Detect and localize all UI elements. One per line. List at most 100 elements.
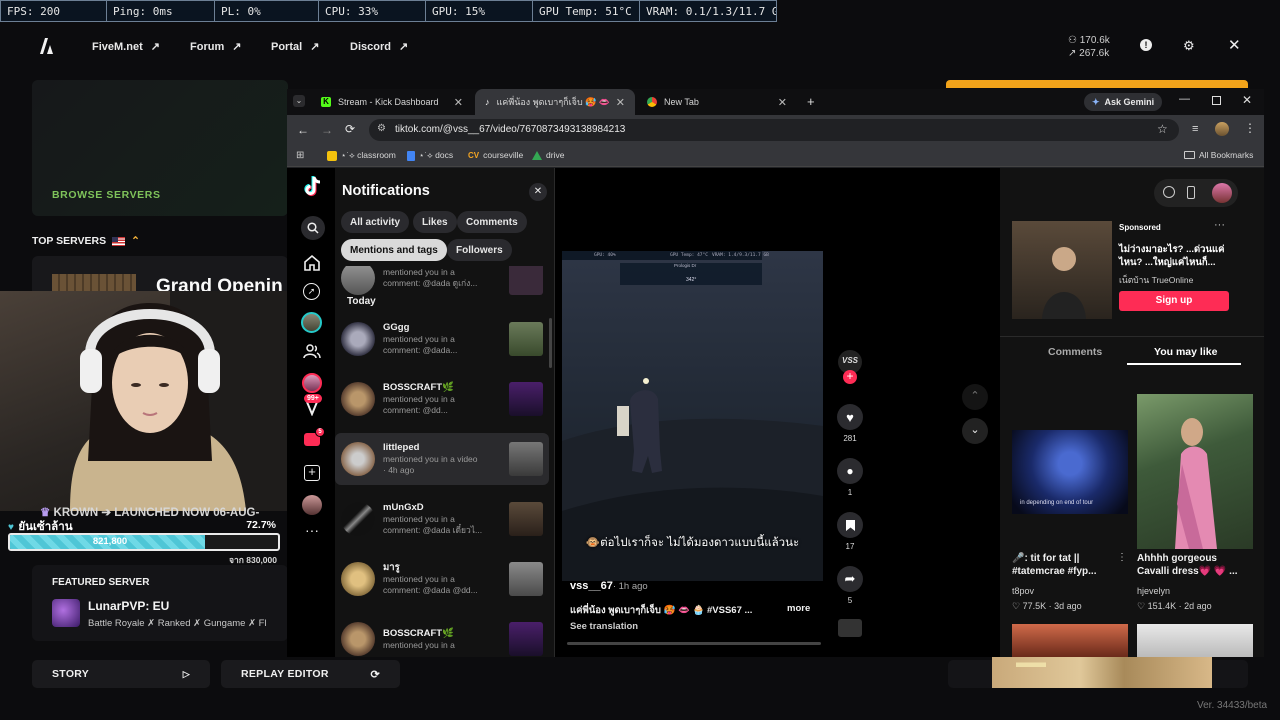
top-server-card[interactable]: Grand Openin [32,256,288,297]
video-card-thumbnail[interactable] [1137,394,1253,549]
nav-fivem-net[interactable]: FiveM.net ↗ [92,40,160,54]
featured-server-card[interactable]: FEATURED SERVER LunarPVP: EU Battle Roya… [32,565,288,641]
tab-kick-dashboard[interactable]: K Stream - Kick Dashboard ✕ [311,89,473,115]
video-card-thumbnail[interactable] [1137,624,1253,657]
tab-you-may-like[interactable]: You may like [1154,346,1217,358]
close-tab-icon[interactable]: ✕ [616,96,625,109]
more-dots-icon[interactable]: ··· [305,522,319,538]
address-bar[interactable]: ⚙ tiktok.com/@vss__67/video/767087349313… [369,119,1179,141]
filter-all-activity[interactable]: All activity [341,211,410,233]
ad-more-icon[interactable]: ··· [1214,219,1225,231]
follow-plus-icon[interactable]: + [843,370,857,384]
filter-followers[interactable]: Followers [447,239,512,261]
like-action[interactable]: ♥ 281 [837,404,863,444]
list-item[interactable]: GGgg mentioned you in a comment: @dada... [335,313,549,365]
scrollbar-thumb[interactable] [549,318,552,368]
close-tab-icon[interactable]: ✕ [778,96,787,109]
url-text[interactable]: tiktok.com/@vss__67/video/76708734931389… [395,124,625,135]
bookmark-action[interactable]: 17 [837,512,863,552]
home-icon[interactable] [303,254,321,271]
window-close-icon[interactable]: ✕ [1242,93,1252,107]
maximize-icon[interactable] [1212,96,1221,105]
video-card-author[interactable]: t8pov [1012,586,1034,596]
list-item[interactable]: BOSSCRAFT🌿 mentioned you in a [335,613,549,656]
share-icon[interactable]: ➦ [837,566,863,592]
video-author[interactable]: vss__67· 1h ago [570,580,648,592]
music-disc-icon[interactable] [838,619,862,637]
bookmark-courseville[interactable]: CV courseville [468,150,523,160]
replay-editor-button[interactable]: REPLAY EDITOR ⟳ [221,660,400,688]
video-progress-bar[interactable] [567,642,821,645]
tab-tiktok[interactable]: ♪ แค่พี่น้อง พูดเบาๆก็เจ็บ 🥵 👄 🧁# ✕ [475,89,635,115]
ad-signup-button[interactable]: Sign up [1119,291,1229,311]
video-card-thumbnail[interactable]: in depending on end of tour [1012,430,1128,514]
heart-icon[interactable]: ♥ [837,404,863,430]
forward-icon[interactable]: → [321,123,333,137]
close-panel-icon[interactable]: ✕ [529,183,547,201]
ask-gemini-button[interactable]: ✦ Ask Gemini [1084,93,1163,111]
apps-grid-icon[interactable]: ⊞ [296,150,304,161]
filter-comments[interactable]: Comments [457,211,527,233]
reading-list-icon[interactable]: ≡ [1192,123,1198,135]
video-card-author[interactable]: hjevelyn [1137,586,1170,596]
info-icon[interactable]: ! [1140,39,1152,51]
notifications-list[interactable]: mentioned you in a comment: @dada ดูเก่ง.… [335,266,549,656]
list-item[interactable]: BOSSCRAFT🌿 mentioned you in a comment: @dd… [335,373,549,425]
comment-action[interactable]: ● 1 [837,458,863,498]
bookmark-drive[interactable]: drive [532,150,564,160]
nav-forum[interactable]: Forum ↗ [190,40,241,54]
back-icon[interactable]: ← [297,123,309,137]
browse-servers-card[interactable]: BROWSE SERVERS [32,80,288,216]
new-tab-plus-icon[interactable]: + [807,94,815,109]
share-action[interactable]: ➦ 5 [837,566,863,606]
close-tab-icon[interactable]: ✕ [454,96,463,109]
list-item[interactable]: มารู mentioned you in a comment: @dada @dd… [335,553,549,605]
live-avatar-icon[interactable] [302,373,322,393]
ad-thumbnail[interactable] [1012,221,1112,319]
list-item[interactable]: mUnGxD mentioned you in a comment: @dada เ… [335,493,549,545]
tab-comments[interactable]: Comments [1048,346,1102,358]
see-translation-link[interactable]: See translation [570,621,638,632]
site-info-icon[interactable]: ⚙ [377,123,386,134]
video-player[interactable]: GPU: 40% GPU Temp: 47°C VRAM: 1.4/9.3/11… [562,251,823,581]
next-video-icon[interactable]: ⌄ [962,418,988,444]
nav-discord[interactable]: Discord ↗ [350,40,408,54]
video-card[interactable]: 🎤: tit for tat || #tatemcrae #fyp... [1012,552,1126,578]
profile-avatar[interactable] [1215,122,1229,136]
explore-compass-icon[interactable]: ➚ [303,283,320,300]
filter-mentions-and-tags[interactable]: Mentions and tags [341,239,447,261]
bookmark-docs[interactable]: ⋆˙⟡ docs [407,150,453,161]
tab-new-tab[interactable]: New Tab ✕ [637,89,797,115]
video-card[interactable]: Ahhhh gorgeous Cavalli dress💗 💗 ... [1137,552,1251,578]
card-more-icon[interactable]: ⋮ [1117,552,1127,563]
settings-gear-icon[interactable]: ⚙ [1183,38,1195,54]
tiktok-logo-icon[interactable] [302,175,324,197]
more-link[interactable]: more [787,603,810,614]
device-icon[interactable] [1187,186,1195,199]
upload-plus-icon[interactable]: + [304,465,320,481]
activity-inbox-icon[interactable]: 99+ [304,394,322,416]
all-bookmarks[interactable]: All Bookmarks [1184,150,1253,160]
story-button[interactable]: STORY ▷ [32,660,210,688]
comment-icon[interactable]: ● [837,458,863,484]
reload-icon[interactable]: ⟳ [345,122,355,136]
bookmark-star-icon[interactable]: ☆ [1157,122,1168,136]
video-card-thumbnail[interactable] [1012,624,1128,657]
menu-kebab-icon[interactable]: ⋮ [1244,121,1256,135]
following-avatar-icon[interactable] [301,312,322,333]
bookmark-classroom[interactable]: ⋆˙⟡ classroom [327,150,396,161]
user-avatar[interactable] [1212,183,1232,203]
messages-icon[interactable]: 5 [304,427,325,446]
filter-likes[interactable]: Likes [413,211,457,233]
tab-search-icon[interactable]: ⌄ [293,95,305,107]
friends-icon[interactable] [303,344,321,359]
close-icon[interactable]: ✕ [1228,36,1241,54]
previous-video-icon[interactable]: ⌃ [962,384,988,410]
explore-icon[interactable] [1163,186,1175,198]
search-icon[interactable] [301,216,325,240]
profile-avatar-icon[interactable] [302,495,322,515]
nav-portal[interactable]: Portal ↗ [271,40,319,54]
bookmark-icon[interactable] [837,512,863,538]
fivem-logo[interactable] [38,37,54,55]
list-item[interactable]: littleped mentioned you in a video · 4h ag… [335,433,549,485]
